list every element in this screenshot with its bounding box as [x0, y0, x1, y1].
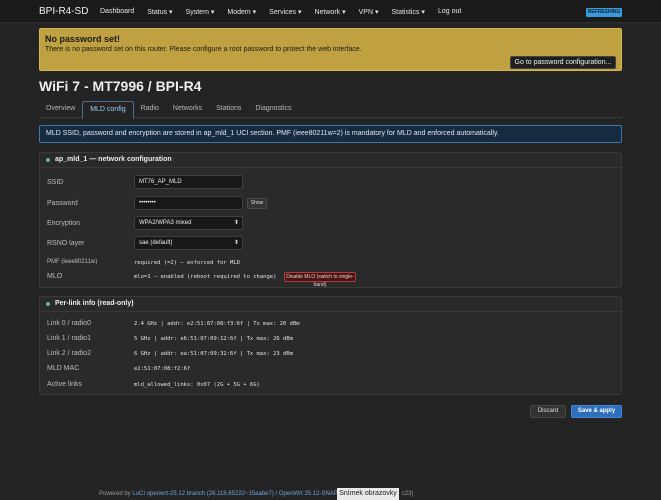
nav-dashboard[interactable]: Dashboard [100, 8, 134, 16]
pmf-label: PMF (ieee80211w) [47, 259, 98, 265]
active-links-label: Active links [47, 381, 83, 388]
password-label: Password [47, 200, 78, 207]
password-config-button[interactable]: Go to password configuration... [510, 56, 616, 69]
pmf-value: required (=2) — enforced for MLD [134, 260, 240, 266]
network-config-card: ap_mld_1 — network configuration SSID MT… [39, 152, 622, 288]
nav-services[interactable]: Services ▾ [269, 8, 301, 16]
show-password-button[interactable]: Show [247, 198, 267, 209]
tab-stations[interactable]: Stations [209, 101, 248, 117]
config-card-header: ap_mld_1 — network configuration [40, 153, 621, 168]
mlo-value: mlo=1 — enabled (reboot required to chan… [134, 274, 277, 280]
footer-prefix: Powered by [99, 491, 133, 497]
ssid-input[interactable]: MT76_AP_MLD [134, 175, 243, 189]
config-card-title: ap_mld_1 — network configuration [55, 156, 172, 163]
mld-mac-value: e2:51:07:08:f2:6f [134, 366, 191, 372]
luci-link[interactable]: LuCI openwrt-25.12 branch (26.118.65222~… [132, 491, 274, 497]
link-label: Link 0 / radio0 [47, 320, 91, 327]
nav-statistics[interactable]: Statistics ▾ [391, 8, 424, 16]
per-link-card-title: Per-link info (read-only) [55, 300, 134, 307]
mld-mac-label: MLD MAC [47, 365, 80, 372]
link-label: Link 1 / radio1 [47, 335, 91, 342]
warning-title: No password set! [45, 34, 121, 44]
encryption-select-value: WPA2/WPA3 mixed [139, 220, 192, 226]
nav-vpn[interactable]: VPN ▾ [359, 8, 379, 16]
encryption-label: Encryption [47, 220, 81, 227]
refreshing-badge[interactable]: REFRESHING [586, 8, 622, 17]
link-label: Link 2 / radio2 [47, 350, 91, 357]
select-arrows-icon: ⬍ [233, 220, 239, 226]
nav-status[interactable]: Status ▾ [147, 8, 172, 16]
status-dot-icon [46, 158, 50, 162]
page-title: WiFi 7 - MT7996 / BPI-R4 [39, 78, 202, 94]
nav-system[interactable]: System ▾ [186, 8, 215, 16]
active-links-value: mld_allowed_links: 0x07 (2G + 5G + 6G) [134, 382, 260, 388]
rsno-select[interactable]: sae (default) ⬍ [134, 236, 243, 250]
mlo-label: MLO [47, 273, 63, 280]
save-apply-button[interactable]: Save & apply [571, 405, 622, 418]
tab-overview[interactable]: Overview [39, 101, 82, 117]
tab-bar: Overview MLD config Radio Networks Stati… [39, 101, 622, 119]
encryption-select[interactable]: WPA2/WPA3 mixed ⬍ [134, 216, 243, 230]
tab-diagnostics[interactable]: Diagnostics [248, 101, 298, 117]
rsno-label: RSNO layer [47, 240, 85, 247]
tab-networks[interactable]: Networks [166, 101, 209, 117]
openwrt-link[interactable]: OpenWrt 25.12-SNAP [279, 491, 338, 497]
link-value: 5 GHz | addr: e6:51:07:09:12:6f | Tx max… [134, 336, 293, 342]
top-navbar: BPI-R4-SD Dashboard Status ▾ System ▾ Mo… [0, 0, 661, 23]
main-nav: Dashboard Status ▾ System ▾ Modem ▾ Serv… [100, 8, 474, 16]
rsno-select-value: sae (default) [139, 240, 173, 246]
brand-title[interactable]: BPI-R4-SD [39, 6, 88, 17]
ssid-label: SSID [47, 179, 64, 186]
footer-suffix: c23) [401, 491, 414, 497]
per-link-card: Per-link info (read-only) Link 0 / radio… [39, 296, 622, 395]
info-alert: MLD SSID, password and encryption are st… [39, 125, 622, 143]
select-arrows-icon: ⬍ [233, 240, 239, 246]
password-input[interactable]: •••••••• [134, 196, 243, 210]
no-password-warning: No password set! There is no password se… [39, 28, 622, 71]
link-value: 6 GHz | addr: ea:51:07:09:32:6f | Tx max… [134, 351, 293, 357]
per-link-card-header: Per-link info (read-only) [40, 297, 621, 312]
nav-logout[interactable]: Log out [438, 8, 461, 16]
nav-network[interactable]: Network ▾ [314, 8, 345, 16]
tab-radio[interactable]: Radio [134, 101, 166, 117]
link-value: 2.4 GHz | addr: e2:51:07:08:f3:6f | Tx m… [134, 321, 300, 327]
discard-button[interactable]: Discard [530, 405, 566, 418]
status-dot-icon [46, 302, 50, 306]
disable-mlo-button[interactable]: Disable MLO (switch to single-band) [284, 272, 356, 288]
warning-text: There is no password set on this router.… [45, 46, 362, 53]
screenshot-tooltip: Snímek obrazovky [337, 488, 399, 500]
nav-modem[interactable]: Modem ▾ [227, 8, 256, 16]
tab-mld-config[interactable]: MLD config [82, 101, 134, 119]
